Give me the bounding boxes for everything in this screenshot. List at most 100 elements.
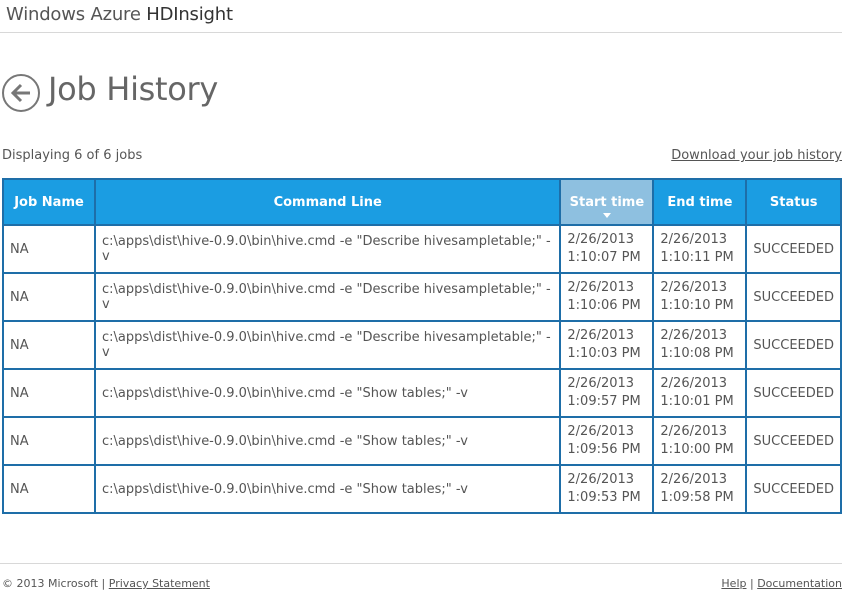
cell-end-time: 2/26/2013 1:10:08 PM (652, 320, 748, 370)
cell-job-name-text: NA (10, 433, 29, 449)
table-row[interactable]: NA c:\apps\dist\hive-0.9.0\bin\hive.cmd -… (2, 320, 842, 370)
cell-status: SUCCEEDED (745, 368, 842, 418)
cell-status-text: SUCCEEDED (753, 241, 834, 257)
cell-status: SUCCEEDED (745, 272, 842, 322)
job-count: Displaying 6 of 6 jobs (2, 148, 143, 163)
cell-status: SUCCEEDED (745, 320, 842, 370)
cell-start-time-text: 2/26/2013 (567, 280, 635, 295)
cell-start-time: 2/26/2013 1:09:56 PM (559, 416, 655, 466)
column-header-end-time[interactable]: End time (652, 178, 748, 226)
cell-job-name: NA (2, 224, 96, 274)
cell-job-name-text: NA (10, 385, 29, 401)
cell-end-time-text: 2/26/2013 (660, 424, 728, 439)
cell-start-time: 2/26/2013 1:10:06 PM (559, 272, 655, 322)
cell-command-line: c:\apps\dist\hive-0.9.0\bin\hive.cmd -e … (93, 368, 562, 418)
help-link[interactable]: Help (721, 577, 746, 590)
cell-command-line-text: c:\apps\dist\hive-0.9.0\bin\hive.cmd -e … (102, 234, 551, 264)
cell-end-time-text: 1:10:00 PM (660, 442, 734, 457)
cell-status-text: SUCCEEDED (753, 481, 834, 497)
cell-command-line-text: c:\apps\dist\hive-0.9.0\bin\hive.cmd -e … (102, 282, 551, 312)
cell-end-time: 2/26/2013 1:10:11 PM (652, 224, 748, 274)
table-row[interactable]: NA c:\apps\dist\hive-0.9.0\bin\hive.cmd -… (2, 368, 842, 418)
cell-end-time-text: 1:10:11 PM (660, 250, 734, 265)
back-arrow-icon (10, 83, 30, 103)
footer-separator: | (746, 577, 758, 590)
header-divider (0, 32, 842, 33)
cell-start-time-text: 1:10:03 PM (567, 346, 641, 361)
sort-descending-icon (602, 213, 611, 218)
cell-command-line-text: c:\apps\dist\hive-0.9.0\bin\hive.cmd -e … (102, 385, 468, 401)
cell-end-time-text: 2/26/2013 (660, 280, 728, 295)
cell-start-time-text: 1:09:57 PM (567, 394, 641, 409)
job-history-table: Job Name Command Line Start time End tim… (2, 178, 842, 514)
cell-start-time-text: 1:10:06 PM (567, 298, 641, 313)
cell-end-time: 2/26/2013 1:10:01 PM (652, 368, 748, 418)
cell-job-name: NA (2, 416, 96, 466)
cell-end-time-text: 1:10:01 PM (660, 394, 734, 409)
cell-job-name: NA (2, 368, 96, 418)
cell-command-line-text: c:\apps\dist\hive-0.9.0\bin\hive.cmd -e … (102, 481, 468, 497)
cell-start-time: 2/26/2013 1:09:57 PM (559, 368, 655, 418)
cell-end-time-text: 1:10:08 PM (660, 346, 734, 361)
cell-end-time-text: 2/26/2013 (660, 328, 728, 343)
cell-job-name-text: NA (10, 241, 29, 257)
download-job-history-link[interactable]: Download your job history (671, 148, 842, 163)
privacy-statement-link[interactable]: Privacy Statement (109, 577, 210, 590)
cell-job-name-text: NA (10, 481, 29, 497)
brand-strong: HDInsight (146, 4, 233, 25)
cell-status: SUCCEEDED (745, 464, 842, 514)
documentation-link[interactable]: Documentation (757, 577, 842, 590)
footer-right: Help | Documentation (721, 577, 842, 590)
cell-end-time-text: 2/26/2013 (660, 472, 728, 487)
cell-end-time-text: 1:10:10 PM (660, 298, 734, 313)
footer-left: © 2013 Microsoft | Privacy Statement (2, 577, 210, 590)
table-row[interactable]: NA c:\apps\dist\hive-0.9.0\bin\hive.cmd -… (2, 272, 842, 322)
column-header-job-name[interactable]: Job Name (2, 178, 96, 226)
table-row[interactable]: NA c:\apps\dist\hive-0.9.0\bin\hive.cmd -… (2, 224, 842, 274)
cell-job-name: NA (2, 320, 96, 370)
start-time-label: Start time (569, 194, 645, 210)
cell-job-name-text: NA (10, 337, 29, 353)
cell-job-name-text: NA (10, 289, 29, 305)
cell-start-time: 2/26/2013 1:09:53 PM (559, 464, 655, 514)
table-row[interactable]: NA c:\apps\dist\hive-0.9.0\bin\hive.cmd -… (2, 464, 842, 514)
app-brand: Windows Azure HDInsight (6, 4, 233, 25)
cell-start-time: 2/26/2013 1:10:07 PM (559, 224, 655, 274)
cell-start-time-text: 1:09:56 PM (567, 442, 641, 457)
page-title: Job History (48, 70, 219, 108)
copyright-text: © 2013 Microsoft | (2, 577, 109, 590)
cell-end-time-text: 2/26/2013 (660, 232, 728, 247)
cell-command-line-text: c:\apps\dist\hive-0.9.0\bin\hive.cmd -e … (102, 433, 468, 449)
cell-job-name: NA (2, 464, 96, 514)
cell-start-time-text: 1:10:07 PM (567, 250, 641, 265)
column-header-start-time[interactable]: Start time (559, 178, 655, 226)
cell-start-time-text: 2/26/2013 (567, 424, 635, 439)
cell-status-text: SUCCEEDED (753, 385, 834, 401)
cell-end-time-text: 2/26/2013 (660, 376, 728, 391)
cell-command-line-text: c:\apps\dist\hive-0.9.0\bin\hive.cmd -e … (102, 330, 551, 360)
cell-end-time-text: 1:09:58 PM (660, 490, 734, 505)
table-header-row: Job Name Command Line Start time End tim… (2, 178, 842, 226)
cell-status-text: SUCCEEDED (753, 337, 834, 353)
cell-start-time-text: 2/26/2013 (567, 328, 635, 343)
cell-start-time-text: 2/26/2013 (567, 472, 635, 487)
back-button[interactable] (2, 74, 40, 112)
cell-start-time-text: 2/26/2013 (567, 232, 635, 247)
cell-end-time: 2/26/2013 1:10:10 PM (652, 272, 748, 322)
cell-command-line: c:\apps\dist\hive-0.9.0\bin\hive.cmd -e … (93, 464, 562, 514)
cell-command-line: c:\apps\dist\hive-0.9.0\bin\hive.cmd -e … (93, 224, 562, 274)
brand-prefix: Windows Azure (6, 4, 147, 25)
table-row[interactable]: NA c:\apps\dist\hive-0.9.0\bin\hive.cmd -… (2, 416, 842, 466)
cell-status: SUCCEEDED (745, 224, 842, 274)
cell-start-time-text: 1:09:53 PM (567, 490, 641, 505)
cell-end-time: 2/26/2013 1:09:58 PM (652, 464, 748, 514)
cell-command-line: c:\apps\dist\hive-0.9.0\bin\hive.cmd -e … (93, 416, 562, 466)
column-header-status[interactable]: Status (745, 178, 842, 226)
cell-status: SUCCEEDED (745, 416, 842, 466)
cell-command-line: c:\apps\dist\hive-0.9.0\bin\hive.cmd -e … (93, 320, 562, 370)
cell-command-line: c:\apps\dist\hive-0.9.0\bin\hive.cmd -e … (93, 272, 562, 322)
cell-start-time-text: 2/26/2013 (567, 376, 635, 391)
cell-status-text: SUCCEEDED (753, 289, 834, 305)
column-header-command-line[interactable]: Command Line (93, 178, 562, 226)
cell-start-time: 2/26/2013 1:10:03 PM (559, 320, 655, 370)
